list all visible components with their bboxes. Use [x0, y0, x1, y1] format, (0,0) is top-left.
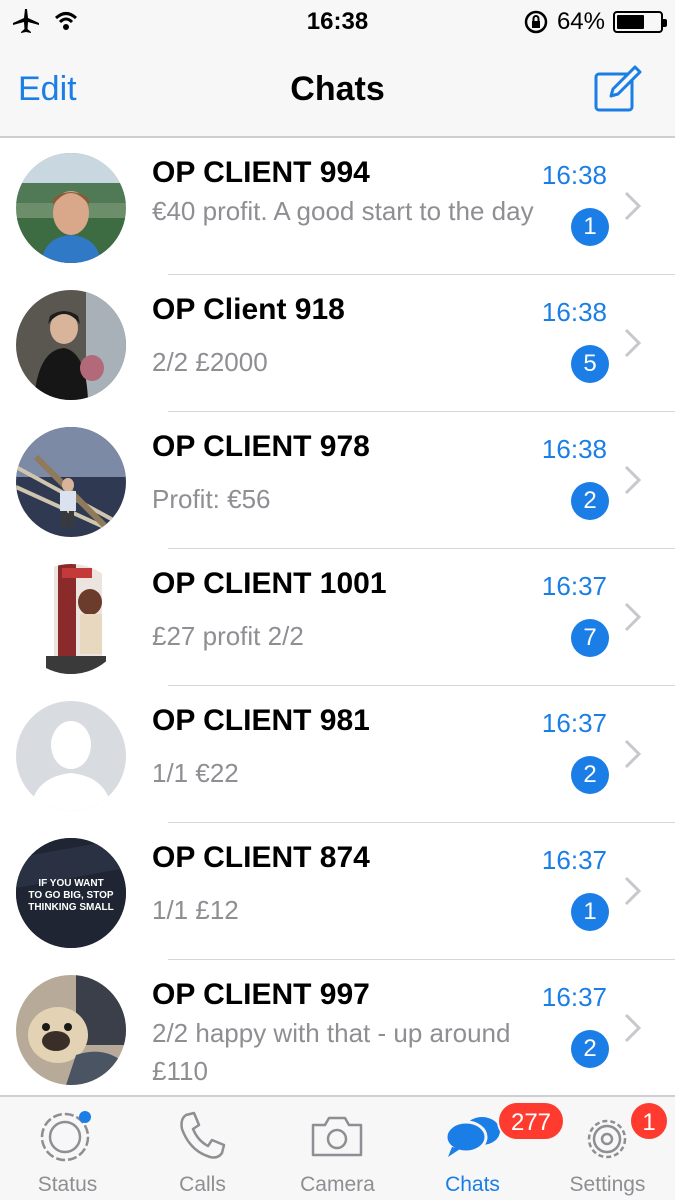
- chat-name: OP CLIENT 874: [152, 841, 370, 874]
- battery-icon: [613, 11, 667, 33]
- tab-badge: 1: [629, 1101, 669, 1141]
- person-silhouette-icon: [16, 701, 126, 811]
- tab-chats[interactable]: Chats 277: [405, 1097, 565, 1200]
- chevron-right-icon: [624, 602, 642, 632]
- chat-preview: €40 profit. A good start to the day: [152, 196, 534, 226]
- unread-badge: 5: [571, 345, 609, 383]
- chevron-right-icon: [624, 876, 642, 906]
- battery-percent: 64%: [556, 8, 605, 35]
- chat-name: OP Client 918: [152, 293, 345, 326]
- avatar[interactable]: [16, 427, 126, 537]
- chat-list: OP CLIENT 994 16:38 €40 profit. A good s…: [0, 138, 675, 1095]
- tab-calls[interactable]: Calls: [135, 1097, 270, 1200]
- avatar[interactable]: [16, 975, 126, 1085]
- chat-preview: 2/2 happy with that - up around £110: [152, 1018, 511, 1086]
- avatar[interactable]: IF YOU WANT TO GO BIG, STOP THINKING SMA…: [16, 838, 126, 948]
- avatar-photo: [16, 153, 126, 263]
- unread-badge: 1: [571, 893, 609, 931]
- page-title: Chats: [290, 70, 385, 108]
- chat-row[interactable]: OP CLIENT 997 16:37 2/2 happy with that …: [0, 960, 675, 1095]
- chat-name: OP CLIENT 1001: [152, 567, 387, 600]
- chat-preview: 2/2 £2000: [152, 347, 268, 377]
- chat-time: 16:37: [541, 571, 607, 601]
- chat-row[interactable]: OP CLIENT 994 16:38 €40 profit. A good s…: [0, 138, 675, 275]
- battery-fill: [617, 15, 644, 29]
- tab-label: Chats: [445, 1173, 500, 1196]
- chevron-right-icon: [624, 739, 642, 769]
- chat-preview: 1/1 £12: [152, 895, 239, 925]
- status-bar: 16:38 64%: [0, 0, 675, 44]
- avatar-photo: [16, 975, 126, 1085]
- status-icon: [40, 1111, 91, 1162]
- tab-status[interactable]: Status: [0, 1097, 135, 1200]
- unread-badge: 1: [571, 208, 609, 246]
- rotation-lock-icon: [524, 10, 548, 34]
- tab-label: Settings: [569, 1173, 646, 1196]
- tab-camera[interactable]: Camera: [270, 1097, 405, 1200]
- chevron-right-icon: [624, 191, 642, 221]
- avatar[interactable]: [16, 564, 126, 674]
- camera-icon: [311, 1116, 363, 1157]
- chat-time: 16:37: [541, 982, 607, 1012]
- chat-row[interactable]: OP Client 918 16:38 2/2 £2000 5: [0, 275, 675, 412]
- avatar-photo: [16, 427, 126, 537]
- default-avatar-icon[interactable]: [16, 701, 126, 811]
- chat-preview: Profit: €56: [152, 484, 271, 514]
- chat-row[interactable]: IF YOU WANT TO GO BIG, STOP THINKING SMA…: [0, 823, 675, 960]
- chat-name: OP CLIENT 978: [152, 430, 370, 463]
- unread-badge: 2: [571, 482, 609, 520]
- avatar-photo: [16, 290, 126, 400]
- tab-settings[interactable]: Settings 1: [540, 1097, 675, 1200]
- unread-badge: 2: [571, 756, 609, 794]
- chat-name: OP CLIENT 994: [152, 156, 370, 189]
- chat-time: 16:38: [541, 297, 607, 327]
- status-right: 64%: [523, 8, 667, 36]
- chevron-right-icon: [624, 328, 642, 358]
- avatar-quote-image: IF YOU WANT TO GO BIG, STOP THINKING SMA…: [16, 838, 126, 948]
- avatar-photo: [16, 564, 126, 674]
- chat-time: 16:37: [541, 708, 607, 738]
- chat-time: 16:38: [541, 434, 607, 464]
- unread-badge: 2: [571, 1030, 609, 1068]
- quote-line-1: IF YOU WANT: [38, 878, 103, 889]
- chat-row[interactable]: OP CLIENT 978 16:38 Profit: €56 2: [0, 412, 675, 549]
- chat-bubbles-icon: [444, 1117, 500, 1157]
- avatar[interactable]: [16, 153, 126, 263]
- chat-name: OP CLIENT 981: [152, 704, 370, 737]
- chevron-right-icon: [624, 1013, 642, 1043]
- chat-time: 16:37: [541, 845, 607, 875]
- tab-bar: Status Calls Camera Chats 277 Settings 1: [0, 1095, 675, 1200]
- compose-icon[interactable]: [591, 62, 645, 116]
- chat-preview: £27 profit 2/2: [152, 621, 304, 651]
- chevron-right-icon: [624, 465, 642, 495]
- chat-time: 16:38: [541, 160, 607, 190]
- avatar[interactable]: [16, 290, 126, 400]
- chat-name: OP CLIENT 997: [152, 978, 370, 1011]
- tab-label: Camera: [300, 1173, 375, 1196]
- phone-icon: [180, 1111, 226, 1159]
- navigation-bar: Edit Chats: [0, 44, 675, 138]
- chat-row[interactable]: OP CLIENT 1001 16:37 £27 profit 2/2 7: [0, 549, 675, 686]
- tab-label: Status: [37, 1173, 98, 1196]
- quote-line-3: THINKING SMALL: [28, 902, 114, 913]
- chat-preview: 1/1 €22: [152, 758, 239, 788]
- chat-row[interactable]: OP CLIENT 981 16:37 1/1 €22 2: [0, 686, 675, 823]
- unread-badge: 7: [571, 619, 609, 657]
- quote-line-2: TO GO BIG, STOP: [28, 890, 114, 901]
- gear-icon: [587, 1119, 627, 1159]
- tab-label: Calls: [179, 1173, 226, 1196]
